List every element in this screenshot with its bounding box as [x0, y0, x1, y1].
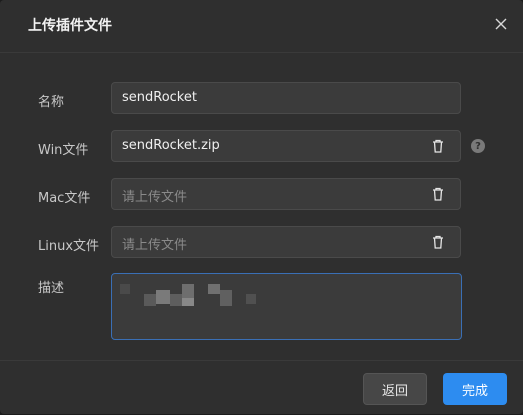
linux-file-label: Linux文件: [38, 239, 100, 254]
blurred-description-text: [120, 280, 260, 306]
mac-file-field[interactable]: 请上传文件: [111, 178, 461, 210]
dialog-footer: 返回 完成: [0, 360, 523, 415]
done-button[interactable]: 完成: [443, 373, 507, 405]
win-file-value: sendRocket.zip: [122, 138, 220, 153]
name-label: 名称: [38, 95, 65, 110]
mac-file-label: Mac文件: [38, 191, 91, 206]
mac-file-delete-button[interactable]: [430, 186, 446, 202]
upload-plugin-dialog: 上传插件文件 名称 sendRocket Win文件 sendRocket.zi…: [0, 0, 523, 414]
trash-icon: [433, 235, 443, 249]
linux-file-placeholder: 请上传文件: [122, 238, 188, 253]
trash-icon: [433, 187, 443, 201]
close-button[interactable]: [491, 14, 511, 34]
win-file-label: Win文件: [38, 143, 89, 158]
name-value: sendRocket: [122, 90, 197, 105]
dialog-title: 上传插件文件: [28, 18, 112, 34]
linux-file-delete-button[interactable]: [430, 234, 446, 250]
close-icon: [495, 18, 507, 30]
linux-file-field[interactable]: 请上传文件: [111, 226, 461, 258]
name-input[interactable]: sendRocket: [111, 82, 461, 114]
back-button[interactable]: 返回: [363, 373, 427, 405]
help-icon[interactable]: ?: [471, 139, 485, 153]
dialog-header: 上传插件文件: [0, 0, 523, 53]
trash-icon: [433, 139, 443, 153]
mac-file-placeholder: 请上传文件: [122, 190, 188, 205]
win-file-delete-button[interactable]: [430, 138, 446, 154]
description-label: 描述: [38, 281, 65, 296]
win-file-field[interactable]: sendRocket.zip: [111, 130, 461, 162]
description-textarea[interactable]: [111, 273, 462, 340]
